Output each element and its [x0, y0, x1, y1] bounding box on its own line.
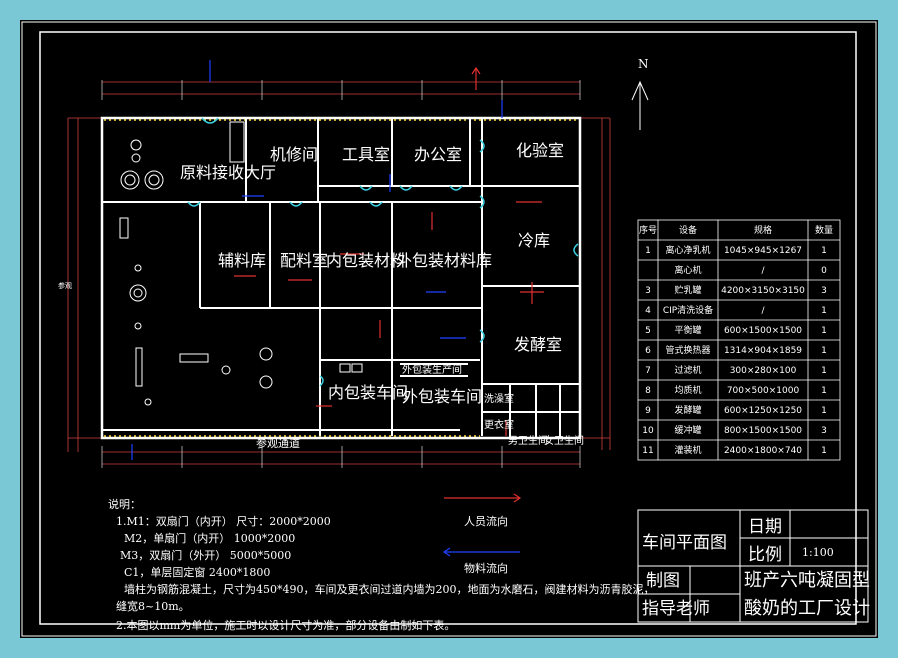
- table-cell: 灌装机: [674, 444, 701, 456]
- floor-plan-drawing: N 原料接收大厅 机修间 工具室 办公室 化验室 辅料库 配料室 内包装材料 外…: [21, 21, 877, 637]
- flow-legend: 人员流向 物料流向: [442, 493, 522, 575]
- table-cell: 5: [645, 326, 651, 336]
- table-header-cell: 数量: [815, 224, 833, 236]
- notes-line-2: M2，单扇门（内开） 1000*2000: [124, 531, 295, 545]
- table-cell: 离心机: [674, 264, 701, 276]
- notes-line-5: 墙柱为钢筋混凝土，尺寸为450*490，车间及更衣间过道内墙为200，地面为水磨…: [124, 582, 654, 596]
- table-cell: 700×500×1000: [727, 386, 800, 396]
- table-cell: 贮乳罐: [674, 284, 701, 296]
- visitor-corridor: 参观通道: [256, 436, 300, 450]
- table-cell: 600×1500×1500: [724, 326, 802, 336]
- table-cell: 7: [645, 366, 651, 376]
- table-header-cell: 规格: [754, 224, 772, 236]
- room-office: 办公室: [414, 145, 462, 164]
- table-cell: 1: [821, 366, 827, 376]
- table-cell: 4: [645, 306, 651, 316]
- equipment-table: 序号 设备 规格 数量 1 离心净乳机 1045×945×1267 1 离心机 / 0 3 贮乳罐 420…: [637, 219, 841, 461]
- room-tool: 工具室: [342, 145, 390, 164]
- notes-line-7: 2.本图以mm为单位，施工时以设计尺寸为准，部分设备由制如下表。: [116, 618, 455, 632]
- table-cell: 离心净乳机: [665, 244, 710, 256]
- table-cell: 0: [821, 266, 827, 276]
- room-locker: 更衣室: [484, 418, 514, 431]
- table-cell: 1: [821, 306, 827, 316]
- table-cell: 300×280×100: [730, 366, 797, 376]
- table-cell: 发酵罐: [674, 404, 701, 416]
- table-cell: 8: [645, 386, 651, 396]
- table-cell: 11: [642, 446, 653, 456]
- table-cell: 1314×904×1859: [724, 346, 802, 356]
- table-cell: 800×1500×1500: [724, 426, 802, 436]
- room-shower: 洗澡室: [484, 392, 514, 405]
- title-date-label: 日期: [748, 517, 782, 537]
- room-toilet-male: 男卫生间: [508, 434, 548, 447]
- title-project-line-2: 酸奶的工厂设计: [744, 598, 870, 619]
- table-cell: CIP清洗设备: [663, 304, 713, 316]
- table-cell: 6: [645, 346, 651, 356]
- north-label: N: [638, 57, 649, 71]
- table-cell: 10: [642, 426, 654, 436]
- table-cell: 3: [821, 286, 827, 296]
- title-project-line-1: 班产六吨凝固型: [744, 570, 870, 591]
- title-drawing-name: 车间平面图: [642, 533, 727, 553]
- title-scale-label: 比例: [748, 545, 782, 565]
- dimension-ticks: [101, 80, 581, 468]
- room-lab: 化验室: [516, 141, 564, 160]
- table-cell: 1: [821, 326, 827, 336]
- title-scale-value: 1:100: [802, 546, 834, 559]
- room-raw-material-hall: 原料接收大厅: [180, 163, 276, 182]
- table-header-cell: 设备: [679, 224, 697, 236]
- notes-line-3: M3，双扇门（外开） 5000*5000: [120, 548, 291, 562]
- room-outer-production: 外包装生产间: [402, 363, 462, 376]
- table-cell: 均质机: [674, 384, 701, 396]
- room-auxiliary: 辅料库: [218, 251, 266, 270]
- room-repair: 机修间: [270, 145, 318, 164]
- legend-material-label: 物料流向: [464, 561, 508, 575]
- legend-people-label: 人员流向: [464, 514, 508, 528]
- room-toilet-female: 女卫生间: [544, 434, 584, 447]
- drawing-sheet: N 原料接收大厅 机修间 工具室 办公室 化验室 辅料库 配料室 内包装材料 外…: [20, 20, 878, 638]
- table-cell: 2400×1800×740: [724, 446, 802, 456]
- table-cell: 4200×3150×3150: [721, 286, 805, 296]
- side-dimension-label: 参观: [58, 281, 72, 290]
- table-cell: 600×1250×1250: [724, 406, 802, 416]
- room-mixing: 配料室: [280, 251, 328, 270]
- room-inner-workshop: 内包装车间: [328, 383, 408, 402]
- room-outer-workshop: 外包装车间: [402, 387, 482, 406]
- table-cell: /: [761, 266, 765, 276]
- notes: 说明： 1.M1：双扇门（内开） 尺寸：2000*2000 M2，单扇门（内开）…: [108, 497, 654, 632]
- table-cell: 平衡罐: [674, 324, 701, 336]
- notes-title: 说明：: [108, 497, 141, 511]
- table-header-cell: 序号: [639, 224, 657, 236]
- table-cell: 1: [821, 446, 827, 456]
- room-outer-material: 外包装材料库: [396, 251, 492, 270]
- table-cell: 1: [821, 386, 827, 396]
- table-cell: 1: [821, 346, 827, 356]
- table-cell: 3: [645, 286, 651, 296]
- table-cell: 9: [645, 406, 651, 416]
- table-cell: 1: [821, 246, 827, 256]
- room-inner-material: 内包装材料: [326, 251, 406, 270]
- table-cell: 过滤机: [674, 364, 701, 376]
- table-cell: 缓冲罐: [674, 424, 701, 436]
- dimension-lines: [67, 81, 611, 465]
- notes-line-6: 缝宽8~10m。: [116, 599, 190, 613]
- table-cell: 1: [821, 406, 827, 416]
- title-drafter-label: 制图: [646, 571, 680, 591]
- table-cell: /: [761, 306, 765, 316]
- room-cold-storage: 冷库: [518, 231, 550, 250]
- notes-line-4: C1，单层固定窗 2400*1800: [124, 565, 270, 579]
- table-cell: 1: [645, 246, 651, 256]
- title-teacher-label: 指导老师: [642, 599, 710, 619]
- table-cell: 管式换热器: [665, 344, 710, 356]
- room-fermentation: 发酵室: [514, 335, 562, 354]
- notes-line-1: 1.M1：双扇门（内开） 尺寸：2000*2000: [116, 514, 331, 528]
- table-cell: 1045×945×1267: [724, 246, 802, 256]
- table-cell: 3: [821, 426, 827, 436]
- north-arrow: N: [631, 57, 649, 130]
